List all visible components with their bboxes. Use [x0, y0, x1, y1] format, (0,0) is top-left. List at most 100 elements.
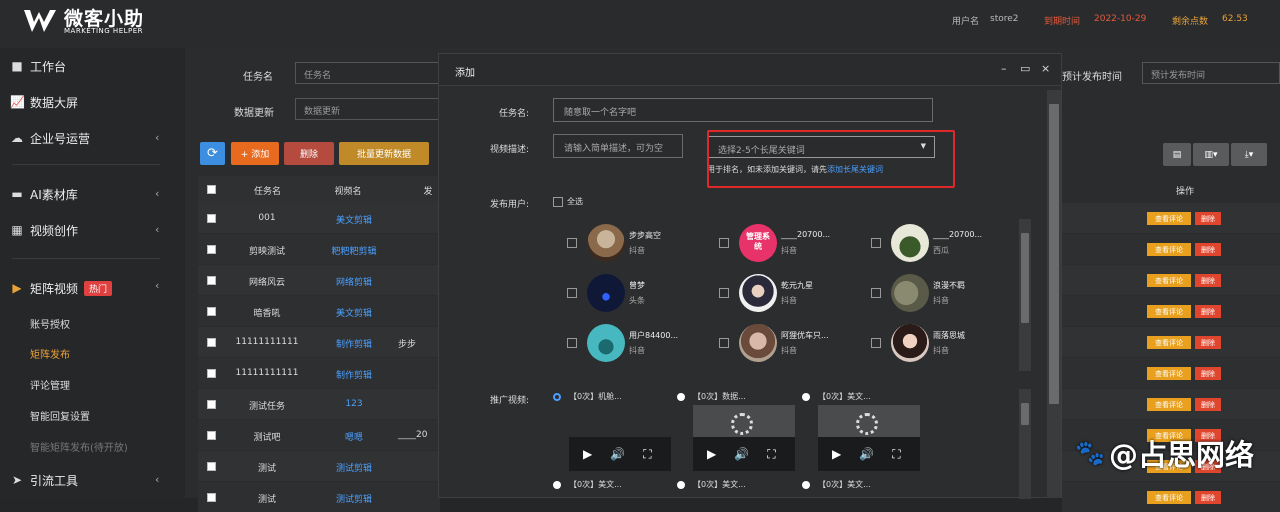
- play-icon[interactable]: ▶: [707, 447, 716, 461]
- batch-update-button[interactable]: 批量更新数据: [339, 142, 429, 165]
- task-name-filter[interactable]: 任务名: [295, 62, 445, 84]
- row-checkbox[interactable]: [207, 307, 216, 316]
- sidebar-sub-matrix-publish[interactable]: 矩阵发布: [30, 346, 70, 361]
- username: store2: [990, 14, 1019, 24]
- video-radio[interactable]: [677, 481, 685, 489]
- user-checkbox[interactable]: [567, 238, 577, 248]
- maximize-icon[interactable]: ▭: [1020, 62, 1030, 75]
- video-radio[interactable]: [553, 481, 561, 489]
- sidebar-item-data-screen[interactable]: 📈 数据大屏: [10, 92, 78, 112]
- row-video-link[interactable]: 美文剪辑: [318, 213, 390, 226]
- sidebar-item-ai-library[interactable]: ▬ AI素材库: [10, 184, 77, 204]
- chevron-left-icon: ‹: [155, 223, 160, 236]
- row-delete-button[interactable]: 删除: [1195, 367, 1221, 380]
- row-video-link[interactable]: 制作剪辑: [318, 337, 390, 350]
- view-comments-button[interactable]: 查看评论: [1147, 274, 1191, 287]
- view-comments-button[interactable]: 查看评论: [1147, 212, 1191, 225]
- user-scrollbar[interactable]: [1019, 219, 1031, 371]
- video-controls[interactable]: ▶ 🔊 ⛶: [693, 437, 795, 471]
- row-video-link[interactable]: 制作剪辑: [318, 368, 390, 381]
- sidebar-item-matrix-video[interactable]: ▶ 矩阵视频 热门: [10, 278, 113, 298]
- scrollbar-thumb[interactable]: [1021, 233, 1029, 323]
- user-checkbox[interactable]: [871, 338, 881, 348]
- view-comments-button[interactable]: 查看评论: [1147, 243, 1191, 256]
- video-scrollbar[interactable]: [1019, 389, 1031, 499]
- row-delete-button[interactable]: 删除: [1195, 336, 1221, 349]
- modal-desc-input[interactable]: 请输入简单描述，可为空: [553, 134, 683, 158]
- row-checkbox[interactable]: [207, 245, 216, 254]
- sidebar-item-traffic-tools[interactable]: ➤ 引流工具: [10, 470, 78, 490]
- volume-icon[interactable]: 🔊: [734, 447, 749, 461]
- select-all-users-checkbox[interactable]: [553, 197, 563, 207]
- fullscreen-icon[interactable]: ⛶: [643, 447, 651, 462]
- view-comments-button[interactable]: 查看评论: [1147, 398, 1191, 411]
- row-checkbox[interactable]: [207, 369, 216, 378]
- refresh-button[interactable]: ⟳: [200, 142, 225, 165]
- row-task-name: 测试吧: [253, 433, 281, 443]
- row-video-link[interactable]: 网络剪辑: [318, 275, 390, 288]
- view-comments-button[interactable]: 查看评论: [1147, 305, 1191, 318]
- row-video-link[interactable]: 嗯嗯: [318, 430, 390, 443]
- row-delete-button[interactable]: 删除: [1195, 398, 1221, 411]
- row-video-link[interactable]: 测试剪辑: [318, 492, 390, 505]
- user-checkbox[interactable]: [567, 288, 577, 298]
- volume-icon[interactable]: 🔊: [610, 447, 625, 461]
- video-radio[interactable]: [802, 481, 810, 489]
- sidebar-item-workbench[interactable]: ■ 工作台: [10, 56, 66, 76]
- close-icon[interactable]: ×: [1041, 62, 1050, 75]
- fullscreen-icon[interactable]: ⛶: [892, 447, 900, 462]
- play-icon[interactable]: ▶: [832, 447, 841, 461]
- sidebar-sub-comments[interactable]: 评论管理: [30, 377, 70, 392]
- delete-button[interactable]: 删除: [284, 142, 334, 165]
- row-task-name: 测试: [257, 495, 276, 505]
- top-bar: 微客小助 MARKETING HELPER 用户名 store2 到期时间 20…: [0, 0, 1280, 48]
- row-checkbox[interactable]: [207, 214, 216, 223]
- sidebar-sub-account-auth[interactable]: 账号授权: [30, 316, 70, 331]
- scrollbar-thumb[interactable]: [1049, 104, 1059, 404]
- view-comments-button[interactable]: 查看评论: [1147, 367, 1191, 380]
- scrollbar-thumb[interactable]: [1021, 403, 1029, 425]
- view-comments-button[interactable]: 查看评论: [1147, 336, 1191, 349]
- minimize-icon[interactable]: –: [1001, 62, 1007, 75]
- row-checkbox[interactable]: [207, 400, 216, 409]
- play-icon[interactable]: ▶: [583, 447, 592, 461]
- export-button[interactable]: ⤓▾: [1231, 143, 1267, 166]
- sidebar-item-enterprise[interactable]: ☁ 企业号运营: [10, 128, 90, 148]
- video-radio[interactable]: [553, 393, 561, 401]
- user-checkbox[interactable]: [567, 338, 577, 348]
- video-controls[interactable]: ▶ 🔊 ⛶: [569, 437, 671, 471]
- row-delete-button[interactable]: 删除: [1195, 305, 1221, 318]
- columns-button[interactable]: ▥▾: [1193, 143, 1229, 166]
- volume-icon[interactable]: 🔊: [859, 447, 874, 461]
- user-checkbox[interactable]: [719, 338, 729, 348]
- modal-task-input[interactable]: 随意取一个名字吧: [553, 98, 933, 122]
- row-video-link[interactable]: 粑粑粑剪辑: [318, 244, 390, 257]
- user-checkbox[interactable]: [871, 238, 881, 248]
- row-video-link[interactable]: 测试剪辑: [318, 461, 390, 474]
- plan-time-filter[interactable]: 预计发布时间: [1142, 62, 1280, 84]
- add-button[interactable]: + 添加: [231, 142, 279, 165]
- row-checkbox[interactable]: [207, 431, 216, 440]
- select-all-checkbox[interactable]: [207, 185, 216, 194]
- row-video-link[interactable]: 美文剪辑: [318, 306, 390, 319]
- sidebar-sub-smart-reply[interactable]: 智能回复设置: [30, 408, 90, 423]
- row-checkbox[interactable]: [207, 276, 216, 285]
- row-checkbox[interactable]: [207, 338, 216, 347]
- user-checkbox[interactable]: [871, 288, 881, 298]
- table-view-button[interactable]: ▤: [1163, 143, 1191, 166]
- video-radio[interactable]: [802, 393, 810, 401]
- row-delete-button[interactable]: 删除: [1195, 243, 1221, 256]
- modal-scrollbar[interactable]: [1047, 90, 1061, 498]
- row-video-link[interactable]: 123: [318, 399, 390, 409]
- user-checkbox[interactable]: [719, 288, 729, 298]
- user-checkbox[interactable]: [719, 238, 729, 248]
- video-controls[interactable]: ▶ 🔊 ⛶: [818, 437, 920, 471]
- video-radio[interactable]: [677, 393, 685, 401]
- row-delete-button[interactable]: 删除: [1195, 274, 1221, 287]
- fullscreen-icon[interactable]: ⛶: [767, 447, 775, 462]
- data-update-filter[interactable]: 数据更新: [295, 98, 445, 120]
- sidebar-item-video-create[interactable]: ▦ 视频创作: [10, 220, 78, 240]
- row-delete-button[interactable]: 删除: [1195, 212, 1221, 225]
- row-task-name: 测试任务: [248, 402, 285, 412]
- row-checkbox[interactable]: [207, 462, 216, 471]
